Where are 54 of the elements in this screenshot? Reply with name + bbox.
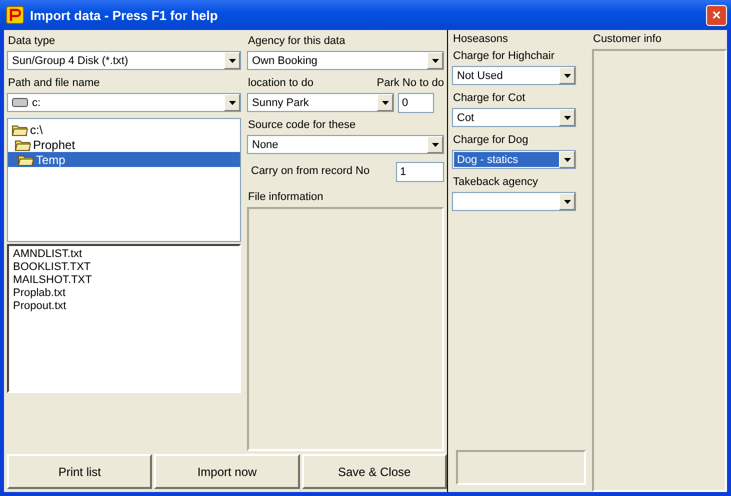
dropdown-arrow-icon	[564, 74, 570, 78]
window-title: Import data - Press F1 for help	[30, 8, 219, 22]
field-label: Data type	[8, 35, 56, 49]
dropdown-arrow-icon	[228, 100, 236, 104]
app-icon	[6, 6, 24, 24]
field-label: Path and file name	[8, 77, 101, 91]
data-type-dropdown[interactable]: Sun/Group 4 Disk (*.txt)	[7, 51, 241, 70]
field-label: Agency for this data	[248, 35, 346, 49]
action-button[interactable]: Print list	[7, 454, 152, 489]
charge-dropdown[interactable]: Dog - statics	[452, 150, 576, 169]
folder-icon	[15, 138, 31, 150]
folder-tree[interactable]: c:\ Prophet Temp	[7, 118, 241, 242]
field-label: Charge for Cot	[453, 92, 526, 106]
folder-name[interactable]: c:\	[30, 122, 43, 136]
close-button[interactable]: ×	[706, 4, 727, 26]
field-label: location to do	[248, 77, 314, 91]
agency-dropdown[interactable]: Own Booking	[247, 51, 444, 70]
action-button[interactable]: Save & Close	[302, 454, 447, 489]
park-number-field[interactable]: 0	[398, 93, 434, 113]
file-item[interactable]: Proplab.txt	[13, 287, 235, 300]
dropdown-arrow-icon	[564, 200, 570, 204]
field-label: Customer info	[593, 33, 662, 47]
file-item[interactable]: MAILSHOT.TXT	[13, 274, 235, 287]
record-number-field[interactable]: 1	[396, 162, 444, 182]
charge-dropdown[interactable]: Not Used	[452, 66, 576, 85]
drive-icon	[12, 98, 28, 107]
file-item[interactable]: AMNDLIST.txt	[13, 248, 235, 261]
folder-icon	[18, 154, 34, 166]
dropdown-arrow-icon	[432, 58, 438, 62]
charge-dropdown[interactable]	[452, 192, 576, 211]
dropdown-arrow-icon	[228, 58, 236, 62]
field-label: Carry on from record No	[251, 164, 370, 178]
drive-dropdown[interactable]: c:	[7, 93, 241, 112]
folder-icon	[12, 124, 28, 136]
field-label: Source code for these	[248, 119, 357, 133]
dropdown-arrow-icon	[382, 100, 388, 104]
action-button[interactable]: Import now	[154, 454, 300, 489]
field-label: Park No to do	[376, 77, 444, 91]
file-item[interactable]: Propout.txt	[13, 300, 235, 313]
location-dropdown[interactable]: Sunny Park	[247, 93, 394, 112]
dropdown-arrow-icon	[564, 116, 570, 120]
folder-name[interactable]: Temp	[36, 152, 66, 166]
field-label: Takeback agency	[453, 176, 539, 190]
source-code-dropdown[interactable]: None	[247, 135, 444, 154]
field-label: Charge for Dog	[453, 134, 530, 148]
folder-name[interactable]: Prophet	[33, 138, 76, 152]
section-heading: Hoseasons	[453, 33, 510, 47]
field-label: Charge for Highchair	[453, 50, 556, 64]
file-item[interactable]: BOOKLIST.TXT	[13, 261, 235, 274]
field-label: File information	[248, 191, 324, 205]
dropdown-arrow-icon	[432, 142, 438, 146]
dropdown-arrow-icon	[564, 158, 570, 162]
file-list[interactable]: AMNDLIST.txt BOOKLIST.TXT MAILSHOT.TXT Proplab.txt Propout.txt	[7, 244, 241, 393]
charge-dropdown[interactable]: Cot	[452, 108, 576, 127]
